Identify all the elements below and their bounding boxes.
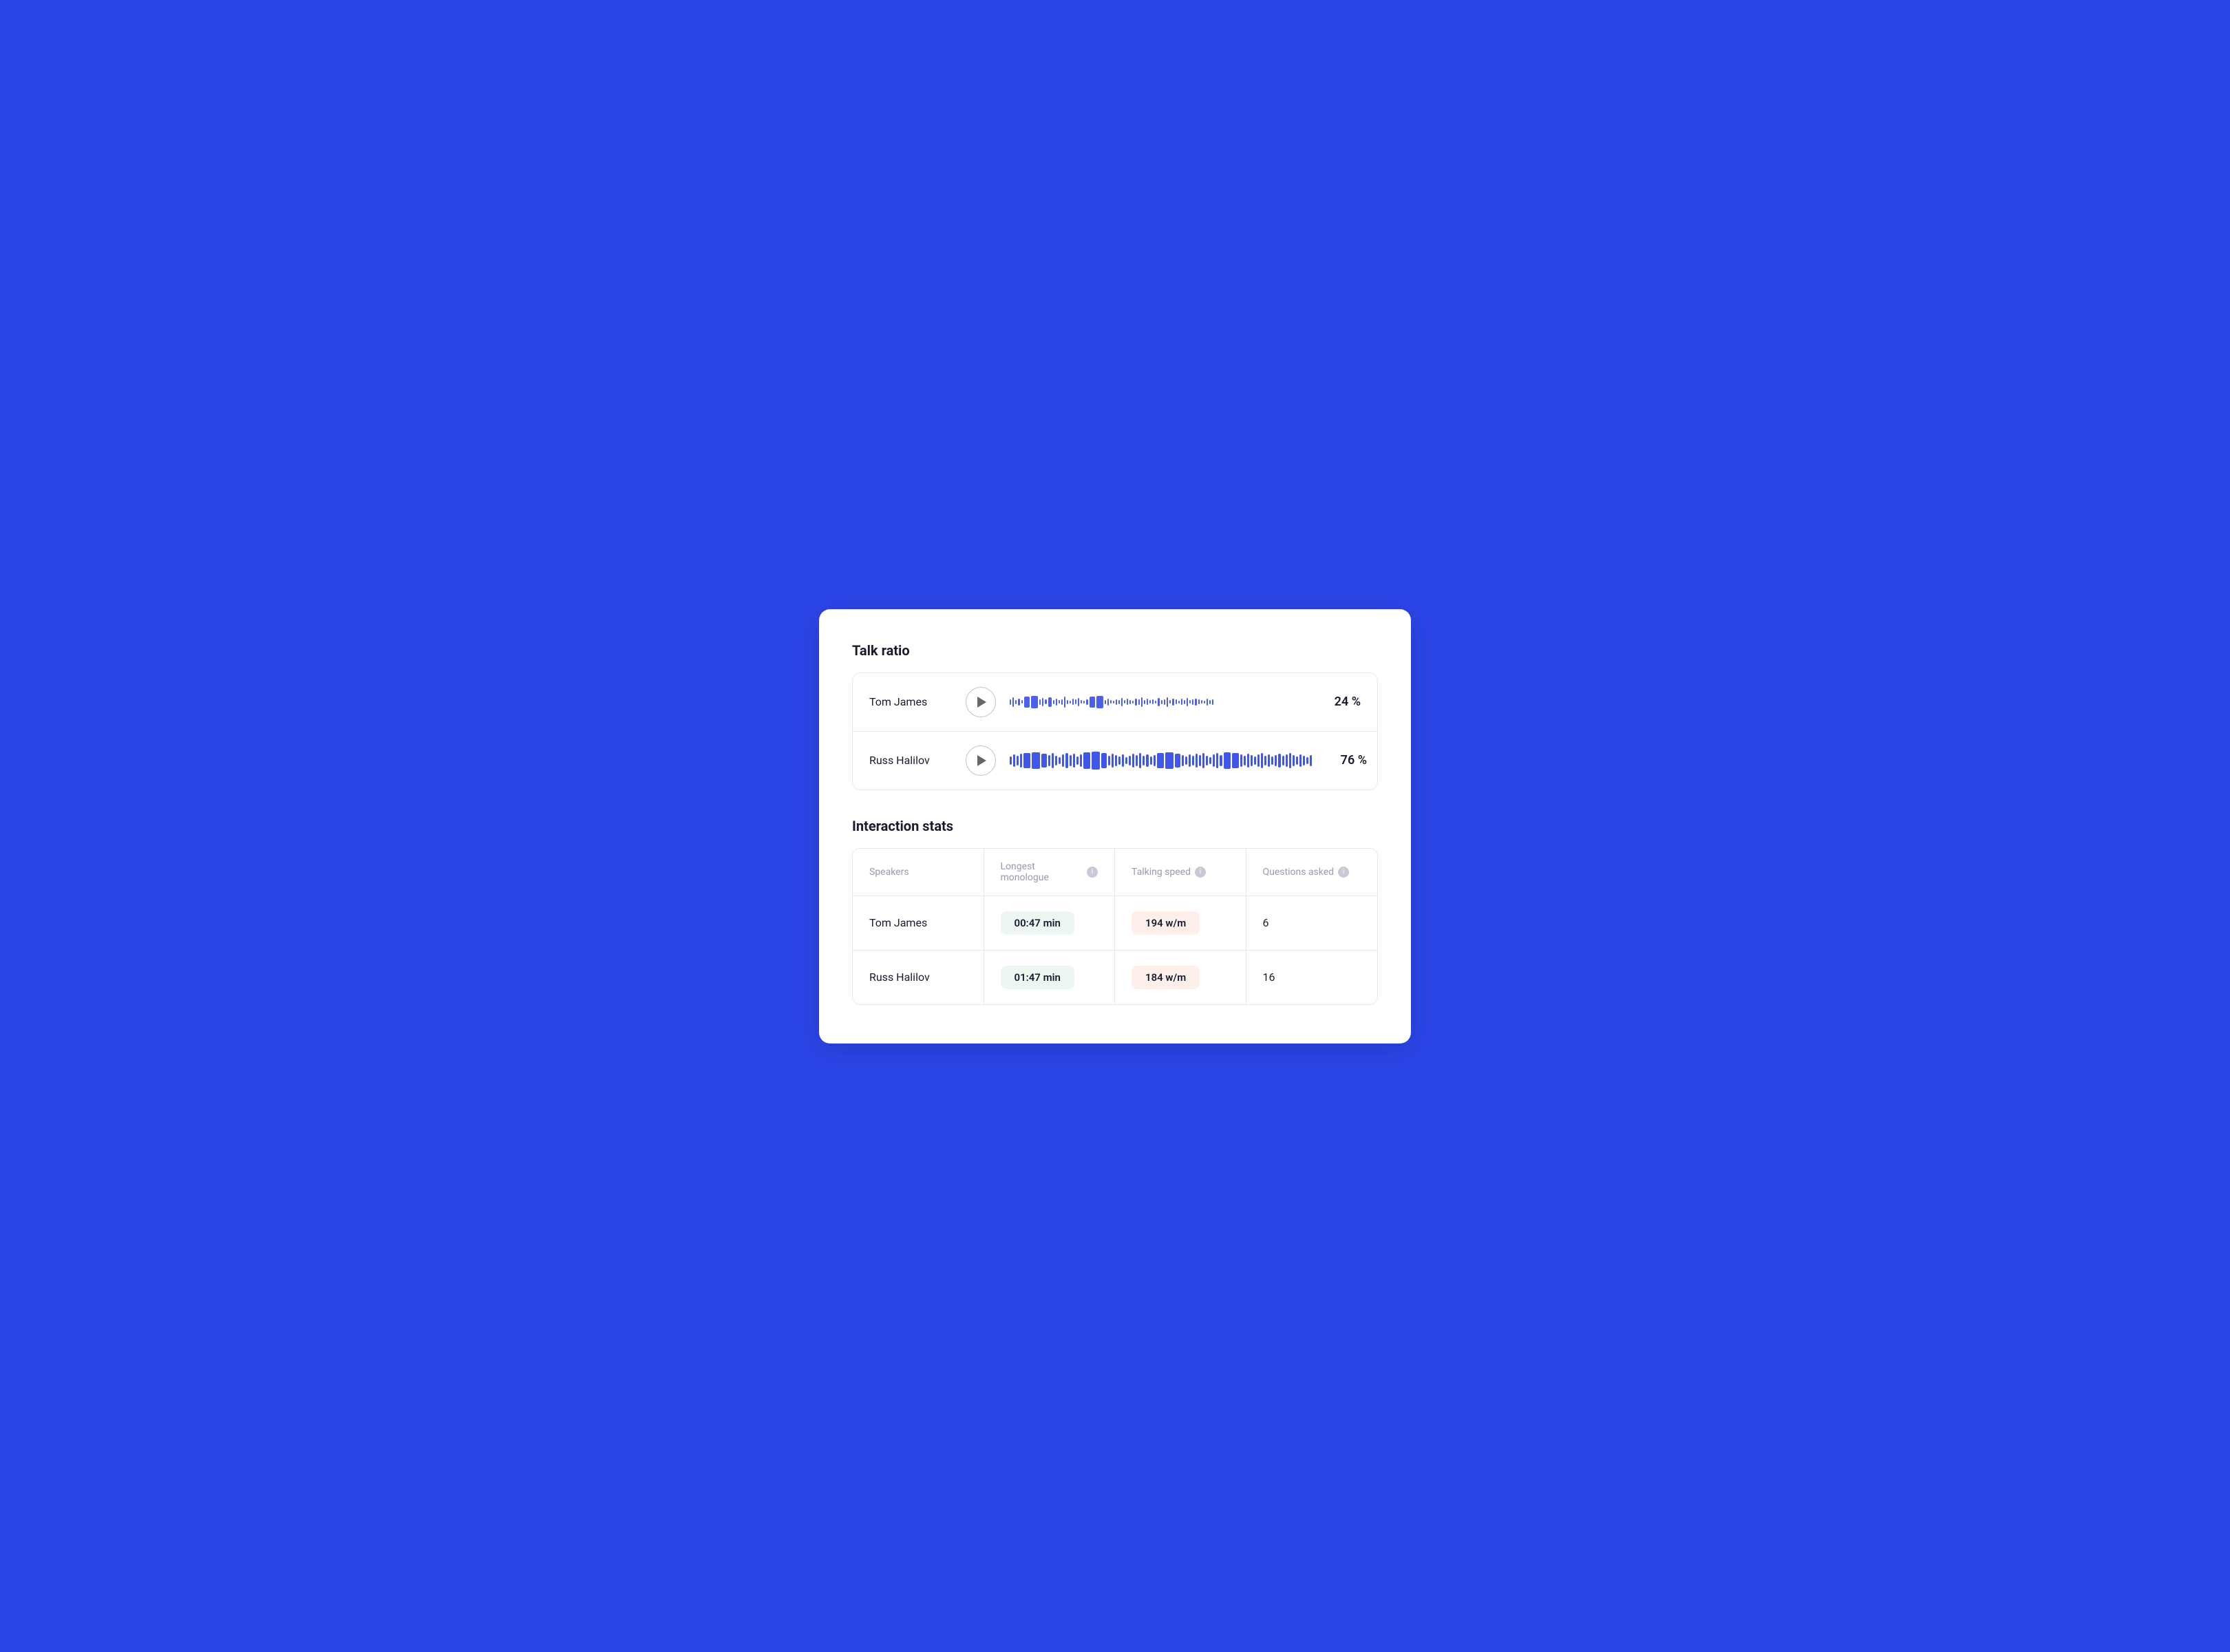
stats-monologue-tom: 00:47 min [984,896,1116,950]
play-button-russ[interactable] [966,745,996,776]
stats-questions-russ: 16 [1246,951,1378,1004]
play-button-tom[interactable] [966,687,996,717]
waveform-tom [1010,691,1306,713]
stats-monologue-russ: 01:47 min [984,951,1116,1004]
talk-ratio-container: Tom James [852,673,1378,790]
header-speakers: Speakers [853,849,984,896]
stats-header-row: Speakers Longest monologue i Talking spe… [853,849,1377,896]
monologue-badge-russ: 01:47 min [1001,966,1074,989]
talk-ratio-row-tom: Tom James [853,673,1377,732]
stats-row-tom: Tom James 00:47 min 194 w/m 6 [853,896,1377,951]
stats-speaker-tom: Tom James [853,896,984,950]
monologue-badge-tom: 00:47 min [1001,911,1074,935]
header-longest-monologue: Longest monologue i [984,849,1116,896]
questions-value-tom: 6 [1263,916,1269,929]
stats-table: Speakers Longest monologue i Talking spe… [852,848,1378,1005]
stats-speed-russ: 184 w/m [1115,951,1246,1004]
play-icon-tom [977,697,986,708]
stats-speaker-russ: Russ Halilov [853,951,984,1004]
stats-row-russ: Russ Halilov 01:47 min 184 w/m 16 [853,951,1377,1004]
speed-badge-russ: 184 w/m [1132,966,1200,989]
percentage-russ: 76 % [1326,753,1367,767]
waveform-russ [1010,750,1312,772]
play-icon-russ [977,755,986,766]
info-icon-speed: i [1195,867,1206,878]
info-icon-monologue: i [1087,867,1098,878]
speed-badge-tom: 194 w/m [1132,911,1200,935]
speaker-name-russ: Russ Halilov [869,754,952,767]
info-icon-questions: i [1338,867,1349,878]
header-talking-speed: Talking speed i [1115,849,1246,896]
speaker-name-tom: Tom James [869,695,952,708]
stats-speed-tom: 194 w/m [1115,896,1246,950]
questions-value-russ: 16 [1263,971,1275,984]
talk-ratio-row-russ: Russ Halilov [853,732,1377,790]
percentage-tom: 24 % [1319,695,1361,709]
main-card: Talk ratio Tom James [819,609,1411,1044]
interaction-stats-title: Interaction stats [852,818,1378,834]
header-questions-asked: Questions asked i [1246,849,1378,896]
talk-ratio-title: Talk ratio [852,642,1378,659]
stats-questions-tom: 6 [1246,896,1378,950]
